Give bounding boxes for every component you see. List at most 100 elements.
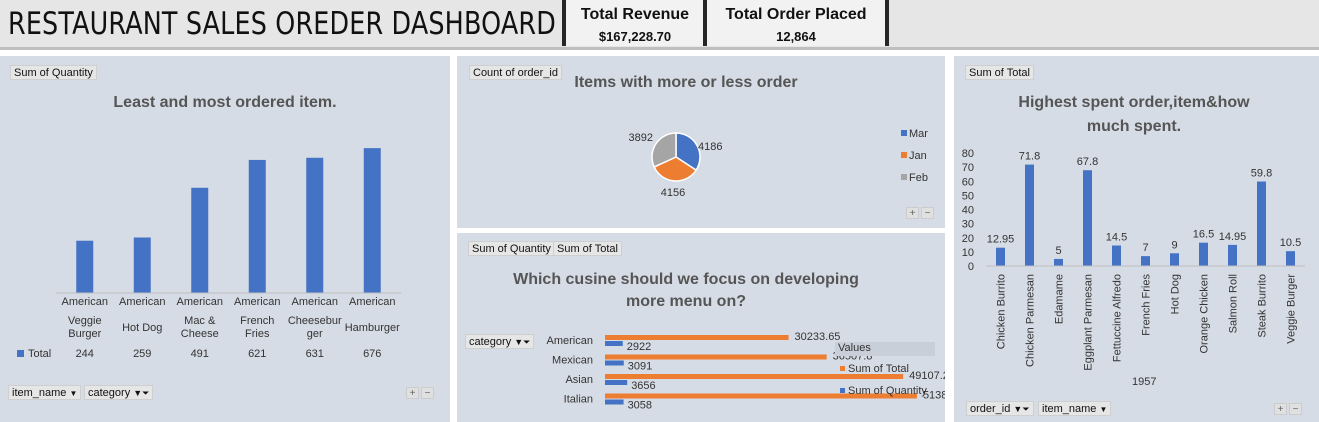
- group-label: American: [62, 296, 108, 308]
- kpi-revenue-label: Total Revenue: [580, 6, 690, 23]
- category-label: Hot Dog: [1170, 274, 1182, 314]
- order-count-panel[interactable]: Count of order_id Items with more or les…: [457, 56, 945, 228]
- data-value-label: 244: [76, 348, 94, 360]
- legend-swatch: [840, 366, 845, 371]
- data-value-label: 49107.25: [909, 370, 945, 382]
- legend-label-jan: Jan: [909, 150, 927, 162]
- data-value-label: 491: [191, 348, 209, 360]
- collapse-button[interactable]: −: [1289, 403, 1302, 415]
- category-label: Mexican: [552, 355, 593, 367]
- category-label: French: [240, 315, 274, 327]
- dropdown-arrow-icon[interactable]: ▼: [69, 389, 77, 398]
- expand-button[interactable]: +: [1274, 403, 1287, 415]
- data-value-label: 3091: [628, 361, 652, 373]
- category-label: Edamame: [1054, 274, 1066, 324]
- data-value-label: 3058: [628, 400, 652, 412]
- category-label: Italian: [564, 394, 593, 406]
- legend-swatch: [840, 388, 845, 393]
- bar-chicken-burrito: [996, 247, 1005, 266]
- bar-steak-burrito: [1257, 181, 1266, 266]
- bar-mac-cheese: [191, 187, 209, 293]
- legend-swatch-feb: [901, 174, 907, 180]
- category-label: Hamburger: [345, 322, 400, 334]
- legend-total-label: Total: [28, 348, 52, 360]
- y-tick-label: 50: [962, 190, 974, 202]
- category-label: Steak Burrito: [1257, 274, 1269, 338]
- data-value-label: 30233.65: [795, 331, 841, 343]
- highest-spent-chart: 0 10 20 30 40 50 60 70 80 12.95 Chicken Burrito 71.…: [962, 148, 1305, 371]
- data-value-label: 59.8: [1251, 168, 1272, 180]
- data-value-label: 7: [1142, 242, 1148, 254]
- legend-label-mar: Mar: [909, 128, 928, 140]
- bar-hot-dog: [1170, 253, 1179, 266]
- collapse-button[interactable]: −: [921, 207, 934, 219]
- data-value-label: 14.95: [1219, 231, 1247, 243]
- category-label: ger: [307, 328, 323, 340]
- y-tick-label: 30: [962, 219, 974, 231]
- group-label: American: [177, 296, 223, 308]
- highest-spent-panel[interactable]: Sum of Total Highest spent order,item&ho…: [954, 56, 1319, 422]
- expand-button[interactable]: +: [406, 387, 419, 399]
- y-tick-label: 70: [962, 162, 974, 174]
- category-label: Chicken Burrito: [996, 274, 1008, 349]
- filter-order-id-label: order_id: [970, 403, 1011, 415]
- category-label: Asian: [565, 374, 593, 386]
- group-label: 1957: [1132, 376, 1157, 388]
- bar-hamburger: [363, 148, 381, 293]
- y-tick-label: 10: [962, 247, 974, 259]
- legend-title: Values: [835, 342, 935, 356]
- data-value-label: 67.8: [1077, 156, 1098, 168]
- filter-category[interactable]: category ▼⏷: [84, 385, 154, 400]
- category-label: Salmon Roll: [1228, 274, 1240, 333]
- category-label: Chicken Parmesan: [1025, 274, 1037, 367]
- legend-swatch-icon: [17, 350, 24, 357]
- filter-funnel-icon[interactable]: ▼⏷: [133, 388, 149, 398]
- data-value-label: 2922: [627, 341, 651, 353]
- legend-swatch-mar: [901, 130, 907, 136]
- data-value-label: 259: [133, 348, 151, 360]
- data-value-label: 12.95: [987, 234, 1015, 246]
- bar-quantity-mexican: [605, 360, 624, 366]
- bar-fettuccine-alfredo: [1112, 245, 1121, 266]
- data-value-label: 5: [1055, 245, 1061, 257]
- data-value-label: 3656: [631, 380, 655, 392]
- bar-veggie-burger: [76, 240, 94, 293]
- kpi-orders-value: 12,864: [776, 29, 816, 44]
- y-tick-label: 40: [962, 205, 974, 217]
- filter-item-name[interactable]: item_name ▼: [8, 385, 82, 400]
- bar-french-fries: [248, 159, 266, 293]
- filter-item-name-label: item_name: [1042, 403, 1097, 415]
- category-label: Fries: [245, 328, 270, 340]
- filter-funnel-icon[interactable]: ▼⏷: [1013, 404, 1029, 414]
- bar-orange-chicken: [1199, 242, 1208, 266]
- group-label: American: [234, 296, 280, 308]
- kpi-orders-label: Total Order Placed: [725, 6, 867, 23]
- data-value-label: 9: [1171, 239, 1177, 251]
- filter-item-name[interactable]: item_name ▼: [1038, 401, 1112, 416]
- data-value-label: 71.8: [1019, 151, 1040, 163]
- least-most-ordered-panel[interactable]: Sum of Quantity Least and most ordered i…: [0, 56, 450, 422]
- y-tick-label: 20: [962, 233, 974, 245]
- cuisine-focus-panel[interactable]: Sum of Quantity Sum of Total Which cusin…: [457, 233, 945, 422]
- category-label: Eggplant Parmesan: [1083, 274, 1095, 371]
- legend-label: Sum of Quantity: [848, 385, 927, 397]
- bar-quantity-american: [605, 341, 623, 346]
- bar-quantity-asian: [605, 380, 628, 385]
- dropdown-arrow-icon[interactable]: ▼: [1099, 405, 1107, 414]
- least-most-ordered-chart: American VeggieBurger 244 American Hot Dog 25…: [56, 148, 401, 360]
- pie-data-label: 3892: [629, 132, 653, 144]
- expand-button[interactable]: +: [906, 207, 919, 219]
- collapse-button[interactable]: −: [421, 387, 434, 399]
- kpi-revenue-value: $167,228.70: [598, 29, 672, 44]
- pie-data-label: 4156: [661, 187, 685, 199]
- legend-total: Total: [17, 348, 51, 360]
- group-label: American: [292, 296, 338, 308]
- month-order-pie-chart: 4186 4156 3892 Mar Jan Feb: [629, 128, 929, 199]
- category-label: Cheesebur: [288, 315, 342, 327]
- category-label: Veggie: [68, 315, 102, 327]
- category-label: Hot Dog: [122, 322, 162, 334]
- legend-label: Sum of Total: [848, 363, 909, 375]
- filter-order-id[interactable]: order_id ▼⏷: [966, 401, 1034, 416]
- dashboard-title: RESTAURANT SALES OREDER DASHBOARD: [8, 6, 556, 42]
- group-label: American: [119, 296, 165, 308]
